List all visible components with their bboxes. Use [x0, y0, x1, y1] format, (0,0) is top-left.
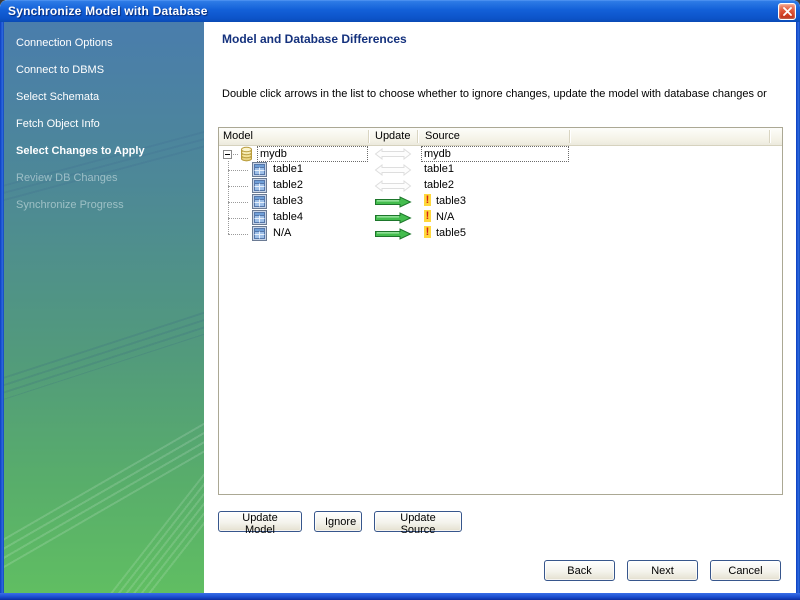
wizard-window: Synchronize Model with Database Connecti…: [0, 0, 800, 600]
back-button[interactable]: Back: [544, 560, 615, 581]
model-cell[interactable]: N/A: [273, 226, 291, 240]
source-label: table2: [424, 179, 454, 191]
update-source-arrow-icon[interactable]: [374, 212, 412, 227]
update-model-button[interactable]: Update Model: [218, 511, 302, 536]
column-header-blank: [570, 128, 782, 145]
tree-connector: [228, 170, 248, 171]
tree-connector: [228, 218, 248, 219]
alert-icon: !: [424, 226, 431, 238]
sidebar-step-synchronize-progress: Synchronize Progress: [16, 199, 124, 211]
model-cell[interactable]: table2: [273, 178, 303, 192]
sidebar-decoration: [4, 328, 204, 582]
table-row[interactable]: N/A ! table5: [219, 226, 782, 242]
wizard-steps-sidebar: Connection Options Connect to DBMS Select …: [4, 22, 204, 593]
table-header: Model Update Source: [219, 128, 782, 146]
source-cell[interactable]: ! table3: [424, 194, 466, 208]
source-cell[interactable]: ! N/A: [424, 210, 454, 224]
table-row[interactable]: mydb mydb: [219, 146, 782, 162]
table-row[interactable]: table1 table1: [219, 162, 782, 178]
source-label: table3: [436, 195, 466, 207]
close-button[interactable]: [778, 3, 796, 20]
change-action-buttons: Update Model Ignore Update Source: [218, 511, 474, 536]
table-row[interactable]: table3 ! table3: [219, 194, 782, 210]
next-button[interactable]: Next: [627, 560, 698, 581]
window-border-right: [796, 22, 800, 593]
source-label: N/A: [436, 211, 455, 223]
sidebar-step-select-schemata: Select Schemata: [16, 91, 100, 103]
sidebar-step-connection-options: Connection Options: [16, 37, 113, 49]
model-cell[interactable]: table4: [273, 210, 303, 224]
table-icon: [252, 226, 267, 244]
table-body: mydb mydb table1 table1 table2 table2 ta…: [219, 146, 782, 494]
model-cell[interactable]: mydb: [257, 146, 368, 162]
column-header-source[interactable]: Source: [418, 128, 570, 145]
sidebar-step-fetch-object-info: Fetch Object Info: [16, 118, 100, 130]
cancel-button[interactable]: Cancel: [710, 560, 781, 581]
instruction-text: Double click arrows in the list to choos…: [222, 88, 767, 100]
update-source-arrow-icon[interactable]: [374, 228, 412, 243]
window-title: Synchronize Model with Database: [8, 4, 208, 18]
tree-connector: [228, 202, 248, 203]
wizard-nav-buttons: Back Next Cancel: [532, 560, 781, 581]
source-cell[interactable]: mydb: [421, 146, 569, 162]
window-border-bottom: [0, 593, 800, 600]
wizard-step-list: Connection Options Connect to DBMS Select …: [4, 22, 204, 219]
source-label: mydb: [424, 148, 451, 160]
page-title: Model and Database Differences: [222, 32, 407, 46]
update-source-arrow-icon[interactable]: [374, 196, 412, 211]
ignore-button[interactable]: Ignore: [314, 511, 362, 532]
source-label: table5: [436, 227, 466, 239]
alert-icon: !: [424, 210, 431, 222]
column-header-model[interactable]: Model: [219, 128, 369, 145]
alert-icon: !: [424, 194, 431, 206]
window-border-left: [0, 22, 4, 593]
sidebar-step-select-changes-to-apply: Select Changes to Apply: [16, 145, 145, 157]
sidebar-step-connect-to-dbms: Connect to DBMS: [16, 64, 105, 76]
tree-connector: [228, 186, 248, 187]
source-label: table1: [424, 163, 454, 175]
source-cell[interactable]: table2: [424, 178, 454, 192]
tree-trunk-connector: [228, 161, 229, 234]
tree-connector: [233, 154, 238, 155]
close-icon: [782, 7, 792, 16]
differences-table: Model Update Source mydb mydb table1 tab…: [218, 127, 783, 495]
ignore-change-arrow-icon[interactable]: [374, 147, 412, 163]
model-cell[interactable]: table1: [273, 162, 303, 176]
model-cell[interactable]: table3: [273, 194, 303, 208]
source-cell[interactable]: ! table5: [424, 226, 466, 240]
source-cell[interactable]: table1: [424, 162, 454, 176]
update-source-button[interactable]: Update Source: [374, 511, 462, 536]
wizard-content: Model and Database Differences Double cl…: [204, 22, 796, 593]
sidebar-step-review-db-changes: Review DB Changes: [16, 172, 118, 184]
expander-minus-icon[interactable]: [223, 150, 232, 159]
sidebar-decoration: [68, 410, 204, 593]
sidebar-decoration: [4, 257, 204, 409]
table-row[interactable]: table2 table2: [219, 178, 782, 194]
ignore-change-arrow-icon[interactable]: [374, 163, 412, 179]
tree-connector: [228, 234, 248, 235]
table-row[interactable]: table4 ! N/A: [219, 210, 782, 226]
title-bar[interactable]: Synchronize Model with Database: [0, 0, 800, 22]
ignore-change-arrow-icon[interactable]: [374, 179, 412, 195]
column-header-update[interactable]: Update: [369, 128, 418, 145]
